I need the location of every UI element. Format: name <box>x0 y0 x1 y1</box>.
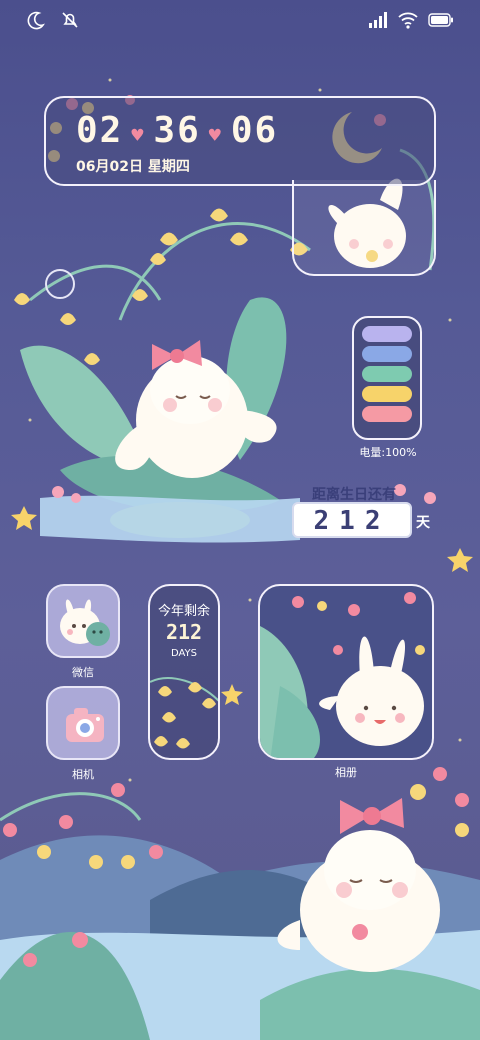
star-icon <box>447 548 473 572</box>
clock-minutes: 36 <box>153 110 201 151</box>
birthday-countdown-title: 距离生日还有 <box>312 487 396 503</box>
year-remaining-unit: DAYS <box>170 648 198 659</box>
clock-widget[interactable]: 02 ♥ 36 ♥ 06 06月02日 星期四 <box>44 96 436 186</box>
app-wechat[interactable]: 微信 <box>46 584 120 680</box>
battery-label: 电量:100% <box>359 446 417 459</box>
battery-bar <box>362 346 412 362</box>
status-bar <box>0 0 480 40</box>
battery-icon <box>428 13 453 27</box>
app-label: 相册 <box>335 766 357 779</box>
clock-time: 02 ♥ 36 ♥ 06 <box>76 110 278 151</box>
app-label: 微信 <box>72 666 94 679</box>
home-screen: 02 ♥ 36 ♥ 06 06月02日 星期四 电量:100% 距离生日还有 212 天 <box>0 0 480 1040</box>
year-remaining-days: 212 <box>165 620 203 644</box>
battery-bar <box>362 326 412 342</box>
heart-icon: ♥ <box>131 123 146 147</box>
star-icon <box>221 684 243 705</box>
app-camera[interactable]: 相机 <box>46 686 120 782</box>
birthday-countdown-unit: 天 <box>416 515 430 531</box>
battery-bar <box>362 366 412 382</box>
battery-bar <box>362 386 412 402</box>
wifi-icon <box>398 12 418 29</box>
moon-icon <box>27 11 45 30</box>
lily-bells-decoration <box>150 677 218 749</box>
battery-widget[interactable] <box>352 316 422 440</box>
signal-icon <box>369 12 387 28</box>
year-remaining-title: 今年剩余 <box>157 604 210 619</box>
clock-seconds: 06 <box>230 110 279 151</box>
wechat-bunny-icon[interactable] <box>46 584 120 658</box>
clock-hours: 02 <box>76 110 124 151</box>
app-label: 相机 <box>72 768 94 781</box>
birthday-countdown-days: 212 <box>313 506 391 536</box>
year-remaining-widget[interactable]: 今年剩余 212 DAYS <box>148 584 220 760</box>
clock-date: 06月02日 星期四 <box>76 159 190 175</box>
birthday-countdown-box[interactable]: 212 <box>292 502 412 538</box>
moon-frame <box>292 180 436 276</box>
star-icon <box>11 506 37 530</box>
gallery-bunny-icon[interactable] <box>258 584 434 760</box>
battery-bar <box>362 406 412 422</box>
heart-icon: ♥ <box>208 123 223 147</box>
notifications-muted-icon <box>62 12 78 28</box>
camera-icon[interactable] <box>46 686 120 760</box>
